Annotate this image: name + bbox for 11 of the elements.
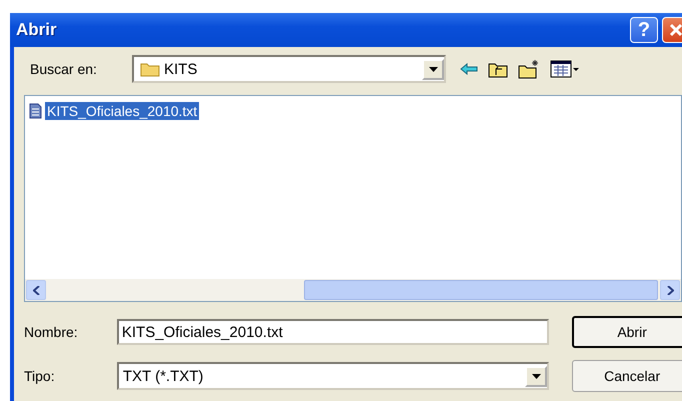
window-title: Abrir: [16, 20, 58, 40]
file-type-dropdown[interactable]: TXT (*.TXT): [116, 362, 550, 390]
open-button[interactable]: Abrir: [572, 316, 682, 348]
cancel-button[interactable]: Cancelar: [572, 360, 682, 392]
look-in-label: Buscar en:: [29, 61, 98, 77]
file-name-field[interactable]: KITS_Oficiales_2010.txt: [116, 319, 550, 345]
help-button[interactable]: ?: [630, 17, 658, 43]
file-item[interactable]: KITS_Oficiales_2010.txt: [45, 102, 200, 120]
file-type-label: Tipo:: [24, 368, 56, 384]
look-in-dropdown[interactable]: KITS: [132, 55, 446, 83]
file-name-label: Nombre:: [24, 324, 79, 340]
